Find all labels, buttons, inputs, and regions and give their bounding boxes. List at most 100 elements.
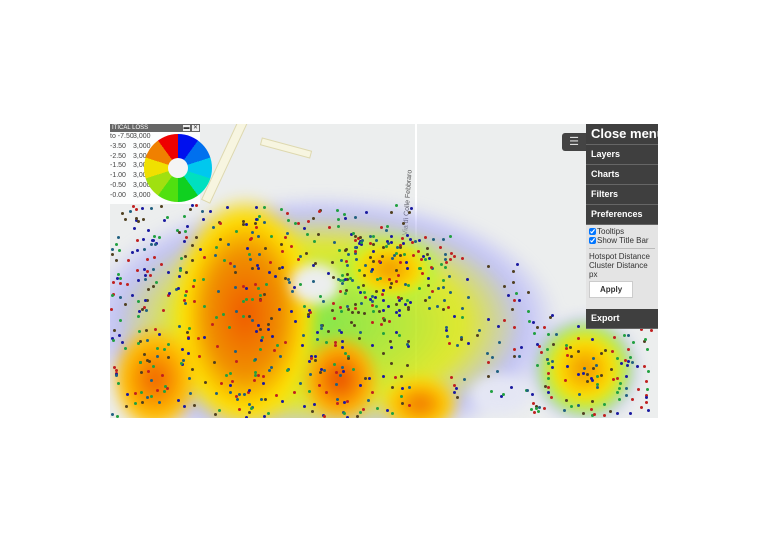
map-marker (550, 366, 554, 370)
map-marker (537, 405, 541, 409)
map-marker (313, 402, 317, 406)
map-marker (264, 397, 268, 401)
map-marker (151, 238, 155, 242)
map-marker (370, 268, 374, 272)
map-marker (384, 229, 388, 233)
map-marker (196, 336, 200, 340)
map-marker (619, 361, 623, 365)
map-marker (139, 370, 143, 374)
map-marker (546, 371, 550, 375)
map-marker (127, 258, 131, 262)
map-marker (363, 296, 367, 300)
map-marker (311, 409, 315, 413)
hamburger-icon[interactable]: ☰ (562, 133, 586, 151)
map-marker (256, 266, 260, 270)
map-marker (585, 379, 589, 383)
map-marker (202, 305, 206, 309)
map-marker (234, 359, 238, 363)
apply-button[interactable]: Apply (589, 281, 634, 298)
close-menu-button[interactable]: Close menu (586, 124, 658, 145)
map-marker (182, 358, 185, 362)
map-marker (448, 258, 452, 262)
map-marker (151, 364, 155, 368)
map-marker (162, 348, 166, 352)
menu-export[interactable]: Export (586, 309, 658, 329)
map-marker (394, 268, 398, 272)
menu-preferences[interactable]: Preferences (586, 205, 658, 225)
map-marker (583, 366, 587, 370)
map-marker (147, 287, 151, 291)
map-marker (289, 309, 293, 313)
show-title-bar-checkbox[interactable] (589, 237, 596, 245)
map-marker (455, 343, 459, 347)
map-marker (453, 390, 457, 394)
map-marker (283, 276, 287, 280)
map-marker (616, 411, 620, 415)
map-marker (644, 396, 648, 400)
legend-count: 3,000 (133, 133, 151, 140)
legend-count: 3,000 (133, 191, 151, 199)
map-marker (496, 324, 500, 328)
close-icon[interactable]: ✕ (192, 125, 199, 131)
map-marker (261, 374, 265, 378)
map-marker (342, 412, 346, 416)
menu-filters[interactable]: Filters (586, 185, 658, 205)
map-marker (238, 407, 242, 411)
menu-charts[interactable]: Charts (586, 165, 658, 185)
map-marker (364, 210, 368, 214)
map-marker (423, 257, 427, 261)
tooltips-checkbox[interactable] (589, 228, 596, 236)
minimize-icon[interactable]: ▬ (183, 125, 190, 131)
map-marker (152, 267, 156, 271)
menu-layers[interactable]: Layers (586, 145, 658, 165)
map-marker (318, 294, 322, 298)
map-marker (262, 292, 266, 296)
map-marker (427, 257, 431, 261)
map-marker (187, 327, 191, 331)
map-marker (217, 408, 221, 412)
map-marker (256, 235, 260, 238)
map-marker (593, 412, 597, 416)
map-marker (406, 307, 410, 311)
map-marker (346, 399, 350, 403)
map-marker (346, 416, 350, 418)
map-marker (241, 300, 245, 304)
map-marker (430, 289, 434, 293)
map-marker (390, 256, 394, 260)
legend-title: ITICAL LOSS (112, 125, 149, 131)
map-marker (618, 386, 622, 390)
side-menu: Close menu Layers Charts Filters Prefere… (586, 124, 658, 334)
map-marker (369, 255, 373, 259)
map-marker (247, 402, 251, 406)
map-marker (141, 217, 145, 221)
map-marker (358, 411, 362, 415)
map-marker (157, 400, 161, 404)
map-marker (321, 299, 325, 303)
map-marker (408, 210, 412, 214)
map-marker (363, 376, 367, 380)
map-marker (626, 333, 630, 337)
map-marker (563, 378, 567, 382)
map-marker (490, 355, 494, 359)
map-marker (317, 384, 321, 388)
map-marker (408, 300, 412, 304)
map-marker (435, 304, 439, 308)
map-marker (305, 233, 309, 237)
map-marker (397, 314, 401, 318)
map-marker (525, 388, 529, 392)
map-marker (146, 369, 150, 373)
map-marker (304, 251, 308, 255)
map-marker (116, 381, 120, 385)
map-marker (225, 373, 228, 377)
map-marker (184, 270, 188, 274)
map-marker (250, 230, 254, 234)
map-marker (411, 253, 415, 257)
map-marker (448, 290, 452, 294)
map-marker (202, 255, 206, 259)
map-marker (338, 248, 342, 252)
map-marker (258, 293, 262, 297)
map-marker (294, 319, 298, 323)
map-marker (215, 245, 219, 249)
map-marker (183, 214, 187, 218)
map-marker (150, 206, 154, 210)
